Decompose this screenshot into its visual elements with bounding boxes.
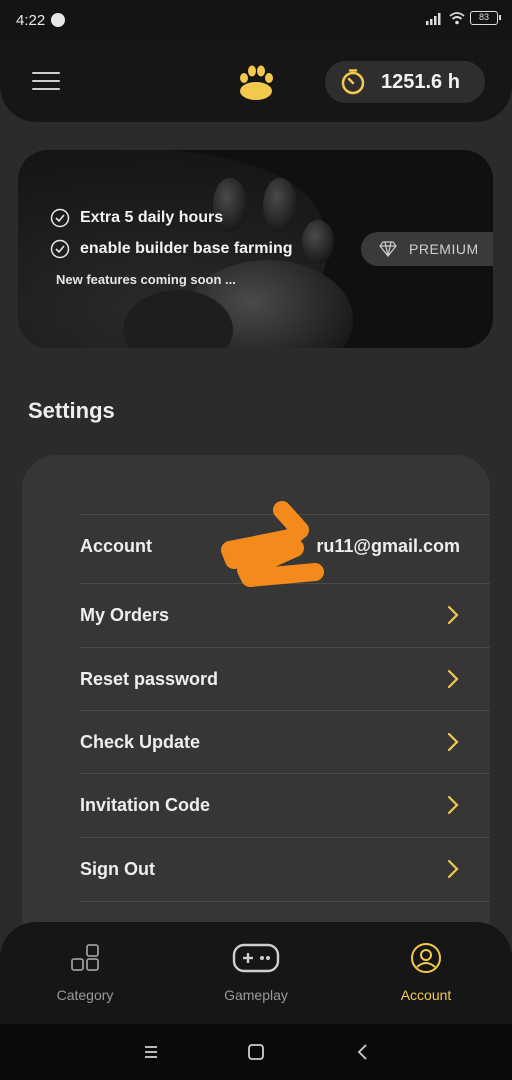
status-indicators: 83 bbox=[426, 11, 501, 25]
invitation-code-row[interactable]: Invitation Code bbox=[80, 773, 490, 836]
my-orders-row[interactable]: My Orders bbox=[80, 583, 490, 646]
hours-value: 1251.6 h bbox=[381, 70, 460, 93]
redaction-scribble bbox=[221, 501, 324, 587]
feature-text: Extra 5 daily hours bbox=[80, 209, 224, 226]
premium-label: PREMIUM bbox=[409, 241, 479, 257]
feature-item: enable builder base farming bbox=[50, 239, 293, 259]
diamond-icon bbox=[379, 241, 397, 257]
check-update-row[interactable]: Check Update bbox=[80, 710, 490, 773]
signal-icon bbox=[426, 13, 441, 25]
home-icon[interactable] bbox=[246, 1042, 266, 1062]
premium-button[interactable]: PREMIUM bbox=[361, 232, 493, 266]
category-icon bbox=[71, 944, 99, 971]
reset-password-row[interactable]: Reset password bbox=[80, 647, 490, 710]
sign-out-row[interactable]: Sign Out bbox=[80, 837, 490, 900]
check-circle-icon bbox=[50, 208, 70, 228]
battery-icon: 83 bbox=[470, 11, 501, 25]
premium-banner[interactable]: Extra 5 daily hours enable builder base … bbox=[18, 150, 493, 348]
wifi-icon bbox=[449, 12, 465, 25]
check-circle-icon bbox=[50, 239, 70, 259]
row-label: My Orders bbox=[80, 604, 170, 625]
nav-account[interactable]: Account bbox=[366, 922, 486, 1024]
app-header: 1251.6 h bbox=[0, 42, 512, 122]
row-label: Invitation Code bbox=[80, 794, 210, 815]
menu-button[interactable] bbox=[32, 72, 60, 92]
feature-text: enable builder base farming bbox=[80, 240, 293, 257]
chevron-right-icon bbox=[447, 795, 459, 815]
settings-title: Settings bbox=[28, 398, 115, 423]
account-icon bbox=[411, 943, 441, 973]
chevron-right-icon bbox=[447, 669, 459, 689]
bottom-navigation: Category Gameplay Account bbox=[0, 922, 512, 1024]
chevron-right-icon bbox=[447, 859, 459, 879]
row-label: Sign Out bbox=[80, 858, 155, 879]
account-label: Account bbox=[80, 535, 152, 556]
recent-apps-icon[interactable] bbox=[141, 1042, 161, 1062]
gamepad-icon bbox=[232, 943, 280, 973]
timer-icon bbox=[341, 69, 365, 95]
status-time: 4:22 bbox=[16, 12, 46, 29]
feature-item: Extra 5 daily hours bbox=[50, 208, 223, 228]
hours-balance[interactable]: 1251.6 h bbox=[325, 61, 485, 103]
nav-label: Category bbox=[56, 987, 114, 1003]
nav-label: Gameplay bbox=[224, 987, 288, 1003]
chevron-right-icon bbox=[447, 732, 459, 752]
account-email: ru11@gmail.com bbox=[316, 535, 460, 556]
back-icon[interactable] bbox=[353, 1042, 373, 1062]
chevron-right-icon bbox=[447, 605, 459, 625]
row-label: Check Update bbox=[80, 731, 201, 752]
status-bar: 4:22 83 bbox=[0, 0, 512, 42]
nav-category[interactable]: Category bbox=[25, 922, 145, 1024]
notification-dot-icon bbox=[51, 13, 65, 27]
row-label: Reset password bbox=[80, 668, 219, 689]
nav-gameplay[interactable]: Gameplay bbox=[196, 922, 316, 1024]
paw-logo-icon bbox=[240, 65, 273, 100]
system-navigation-bar bbox=[0, 1024, 512, 1080]
nav-label: Account bbox=[400, 987, 452, 1003]
coming-soon-text: New features coming soon ... bbox=[56, 272, 236, 287]
